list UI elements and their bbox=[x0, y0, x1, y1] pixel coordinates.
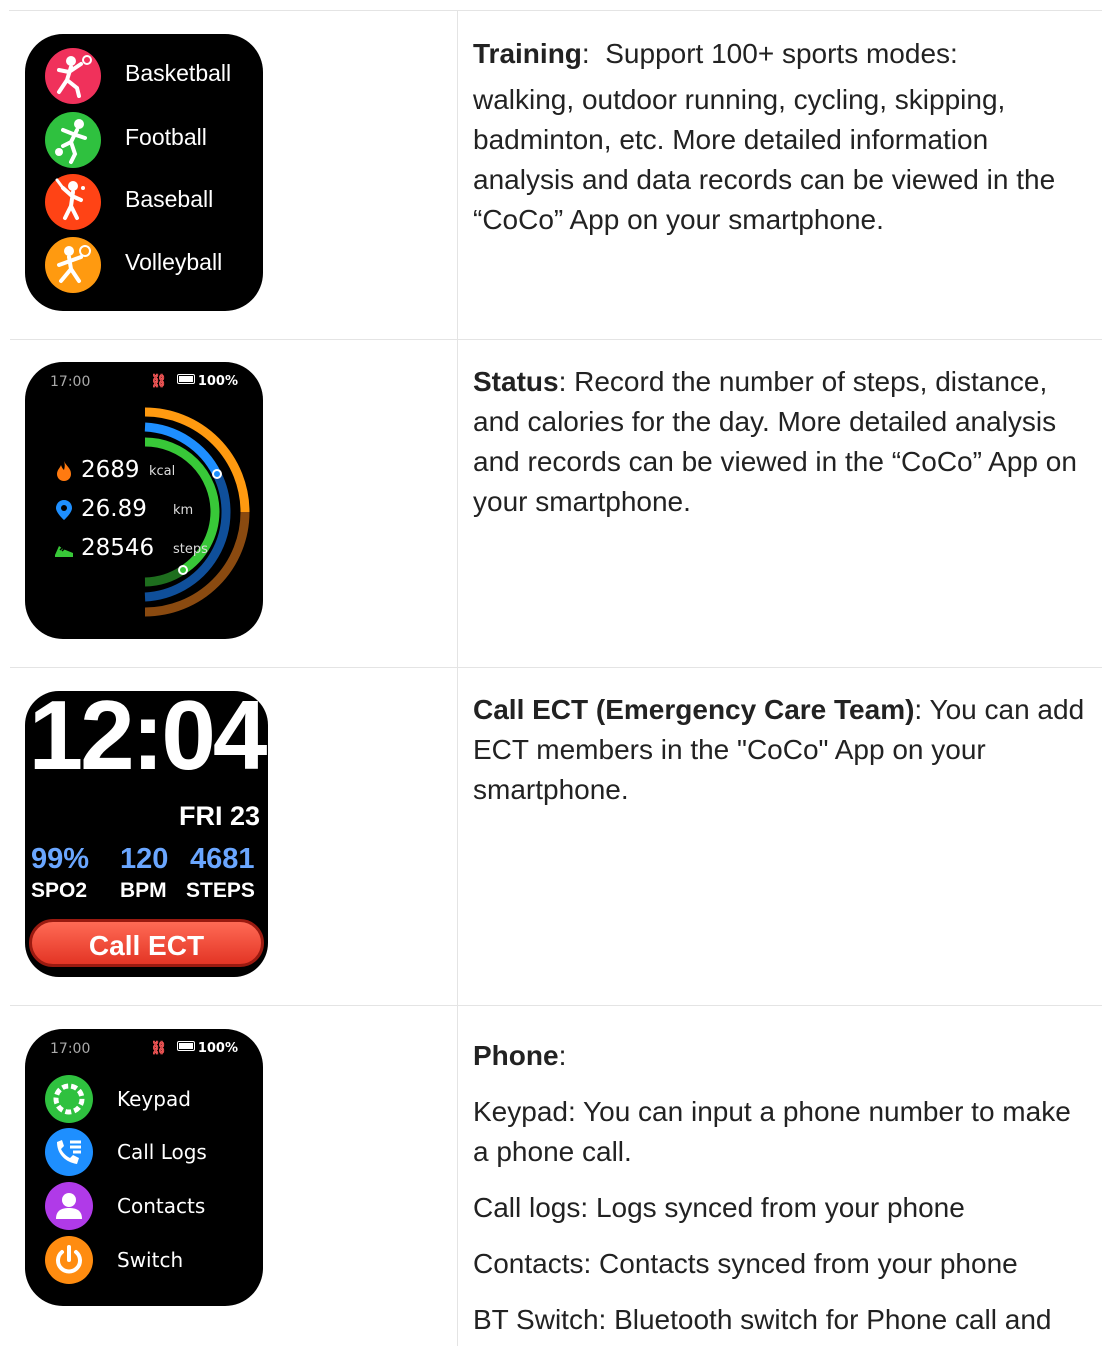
power-icon bbox=[45, 1236, 93, 1284]
ect-date: FRI 23 bbox=[178, 801, 260, 831]
sport-label: Football bbox=[125, 124, 207, 150]
training-heading: Training bbox=[473, 38, 582, 69]
steps-value: 28546 bbox=[81, 535, 155, 561]
row-status: 17:00 ⛓ 100% 2689 kcal 26.89 km 28546 st… bbox=[10, 340, 1102, 668]
bpm-value: 120 bbox=[120, 843, 169, 875]
ect-clock-time: 12:04 bbox=[28, 691, 268, 790]
status-heading: Status bbox=[473, 366, 559, 397]
volleyball-player-icon bbox=[45, 237, 101, 293]
distance-value: 26.89 bbox=[81, 496, 147, 522]
contact-person-icon bbox=[45, 1182, 93, 1230]
ect-image-cell: 12:04 FRI 23 99% 120 4681 SPO2 BPM STEPS… bbox=[10, 668, 458, 1005]
status-bar-time: 17:00 bbox=[50, 1041, 91, 1057]
ect-heading: Call ECT (Emergency Care Team) bbox=[473, 694, 915, 725]
battery-level: 100% bbox=[197, 1041, 238, 1056]
row-training: Basketball Football Baseball Volleyball … bbox=[10, 11, 1102, 340]
basketball-player-icon bbox=[45, 48, 101, 104]
status-watch-screen: 17:00 ⛓ 100% 2689 kcal 26.89 km 28546 st… bbox=[25, 362, 263, 639]
phone-paragraph: Keypad: You can input a phone number to … bbox=[473, 1096, 1071, 1167]
phone-menu-label: Switch bbox=[117, 1248, 184, 1272]
phone-heading: Phone bbox=[473, 1040, 559, 1071]
calories-value: 2689 bbox=[81, 457, 140, 483]
spo2-value: 99% bbox=[31, 843, 90, 875]
steps-count-value: 4681 bbox=[190, 843, 255, 875]
spo2-label: SPO2 bbox=[31, 879, 88, 902]
phone-watch-screen: 17:00 ⛓ 100% Keypad Call Logs Contacts S… bbox=[25, 1029, 263, 1306]
phone-description: Phone: Keypad: You can input a phone num… bbox=[473, 1036, 1093, 1340]
location-pin-icon bbox=[56, 500, 72, 520]
link-icon: ⛓ bbox=[150, 1041, 167, 1056]
football-player-icon bbox=[45, 112, 101, 168]
call-ect-button[interactable]: Call ECT bbox=[29, 919, 264, 967]
flame-icon bbox=[57, 461, 71, 481]
sport-label: Volleyball bbox=[125, 249, 223, 275]
calories-unit: kcal bbox=[149, 464, 176, 479]
training-text-first: Support 100+ sports modes: bbox=[605, 38, 958, 69]
shoe-icon bbox=[55, 546, 73, 557]
steps-unit: steps bbox=[173, 542, 208, 557]
ect-watch-screen: 12:04 FRI 23 99% 120 4681 SPO2 BPM STEPS… bbox=[25, 691, 268, 977]
sport-label: Baseball bbox=[125, 186, 214, 212]
training-watch-screen: Basketball Football Baseball Volleyball bbox=[25, 34, 263, 311]
distance-ring-marker bbox=[212, 469, 222, 479]
keypad-icon bbox=[45, 1075, 93, 1123]
row-phone: 17:00 ⛓ 100% Keypad Call Logs Contacts S… bbox=[10, 1006, 1102, 1346]
feature-table: Basketball Football Baseball Volleyball … bbox=[9, 10, 1102, 1346]
bpm-label: BPM bbox=[120, 879, 167, 902]
steps-ring-bottom bbox=[144, 566, 186, 587]
phone-paragraph: BT Switch: Bluetooth switch for Phone ca… bbox=[473, 1304, 1052, 1335]
phone-paragraph: Contacts: Contacts synced from your phon… bbox=[473, 1248, 1018, 1279]
phone-menu-label: Contacts bbox=[117, 1194, 206, 1218]
phone-menu-label: Keypad bbox=[117, 1087, 191, 1111]
distance-unit: km bbox=[173, 503, 194, 518]
status-description: Status: Record the number of steps, dist… bbox=[473, 362, 1093, 522]
steps-label: STEPS bbox=[186, 879, 255, 902]
phone-menu-label: Call Logs bbox=[117, 1140, 207, 1164]
training-description: Training: Support 100+ sports modes: wal… bbox=[473, 34, 1093, 240]
status-image-cell: 17:00 ⛓ 100% 2689 kcal 26.89 km 28546 st… bbox=[10, 340, 458, 667]
phone-image-cell: 17:00 ⛓ 100% Keypad Call Logs Contacts S… bbox=[10, 1006, 458, 1346]
training-text: walking, outdoor running, cycling, skipp… bbox=[473, 84, 1056, 235]
battery-icon bbox=[176, 1041, 195, 1051]
call-log-icon bbox=[45, 1128, 93, 1176]
ect-description: Call ECT (Emergency Care Team): You can … bbox=[473, 690, 1093, 810]
status-bar-right: ⛓ 100% bbox=[150, 1041, 238, 1056]
baseball-player-icon bbox=[45, 174, 101, 230]
phone-paragraph: Call logs: Logs synced from your phone bbox=[473, 1192, 965, 1223]
status-text: : Record the number of steps, distance, … bbox=[473, 366, 1077, 517]
row-ect: 12:04 FRI 23 99% 120 4681 SPO2 BPM STEPS… bbox=[10, 668, 1102, 1006]
sport-label: Basketball bbox=[125, 60, 232, 86]
training-image-cell: Basketball Football Baseball Volleyball bbox=[10, 11, 458, 339]
steps-ring-marker bbox=[178, 565, 188, 575]
